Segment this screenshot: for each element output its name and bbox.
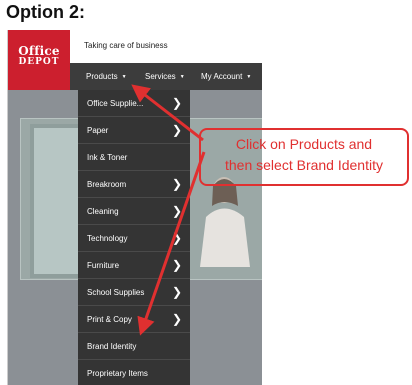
caret-down-icon: ▼ [179, 74, 185, 80]
nav-account-label: My Account [201, 72, 243, 81]
hero-person-image [200, 177, 250, 267]
menu-item-label: Cleaning [87, 207, 119, 216]
chevron-right-icon: ❯ [171, 258, 182, 272]
nav-products[interactable]: Products ▼ [86, 63, 127, 90]
chevron-right-icon: ❯ [171, 204, 182, 218]
menu-item-paper[interactable]: Paper ❯ [78, 117, 190, 144]
tagline: Taking care of business [84, 41, 168, 50]
annotation-line-1: Click on Products and [235, 136, 373, 152]
menu-item-label: Technology [87, 234, 128, 243]
menu-item-label: Breakroom [87, 180, 127, 189]
menu-item-school-supplies[interactable]: School Supplies ❯ [78, 279, 190, 306]
chevron-right-icon: ❯ [171, 177, 182, 191]
menu-item-proprietary-items[interactable]: Proprietary Items [78, 360, 190, 385]
nav-services[interactable]: Services ▼ [145, 63, 185, 90]
menu-item-label: Proprietary Items [87, 369, 148, 378]
logo-line-2: DEPOT [18, 57, 60, 67]
menu-item-ink-toner[interactable]: Ink & Toner [78, 144, 190, 171]
chevron-right-icon: ❯ [171, 312, 182, 326]
menu-item-breakroom[interactable]: Breakroom ❯ [78, 171, 190, 198]
chevron-right-icon: ❯ [171, 285, 182, 299]
chevron-right-icon: ❯ [171, 96, 182, 110]
website-screenshot: Taking care of business Office DEPOT Pro… [8, 30, 262, 385]
menu-item-label: Print & Copy [87, 315, 132, 324]
menu-item-cleaning[interactable]: Cleaning ❯ [78, 198, 190, 225]
menu-item-furniture[interactable]: Furniture ❯ [78, 252, 190, 279]
menu-item-brand-identity[interactable]: Brand Identity [78, 333, 190, 360]
chevron-right-icon: ❯ [171, 123, 182, 137]
menu-item-technology[interactable]: Technology ❯ [78, 225, 190, 252]
nav-my-account[interactable]: My Account ▼ [201, 63, 251, 90]
menu-item-print-copy[interactable]: Print & Copy ❯ [78, 306, 190, 333]
chevron-right-icon: ❯ [171, 231, 182, 245]
products-dropdown-menu: Office Supplie... ❯ Paper ❯ Ink & Toner Br… [78, 90, 190, 385]
menu-item-label: Office Supplie... [87, 99, 144, 108]
menu-item-office-supplies[interactable]: Office Supplie... ❯ [78, 90, 190, 117]
menu-item-label: Ink & Toner [87, 153, 128, 162]
nav-products-label: Products [86, 72, 118, 81]
annotation-line-2: then select Brand Identity [225, 157, 383, 173]
option-heading: Option 2: [6, 2, 85, 22]
office-depot-logo[interactable]: Office DEPOT [8, 30, 70, 90]
nav-services-label: Services [145, 72, 176, 81]
annotation-callout-text: Click on Products and then select Brand … [200, 134, 408, 176]
menu-item-label: Paper [87, 126, 109, 135]
menu-item-label: Furniture [87, 261, 120, 270]
caret-down-icon: ▼ [246, 74, 252, 80]
menu-item-label: School Supplies [87, 288, 145, 297]
logo-line-1: Office [18, 44, 60, 58]
menu-item-label: Brand Identity [87, 342, 137, 351]
caret-down-icon: ▼ [121, 74, 127, 80]
